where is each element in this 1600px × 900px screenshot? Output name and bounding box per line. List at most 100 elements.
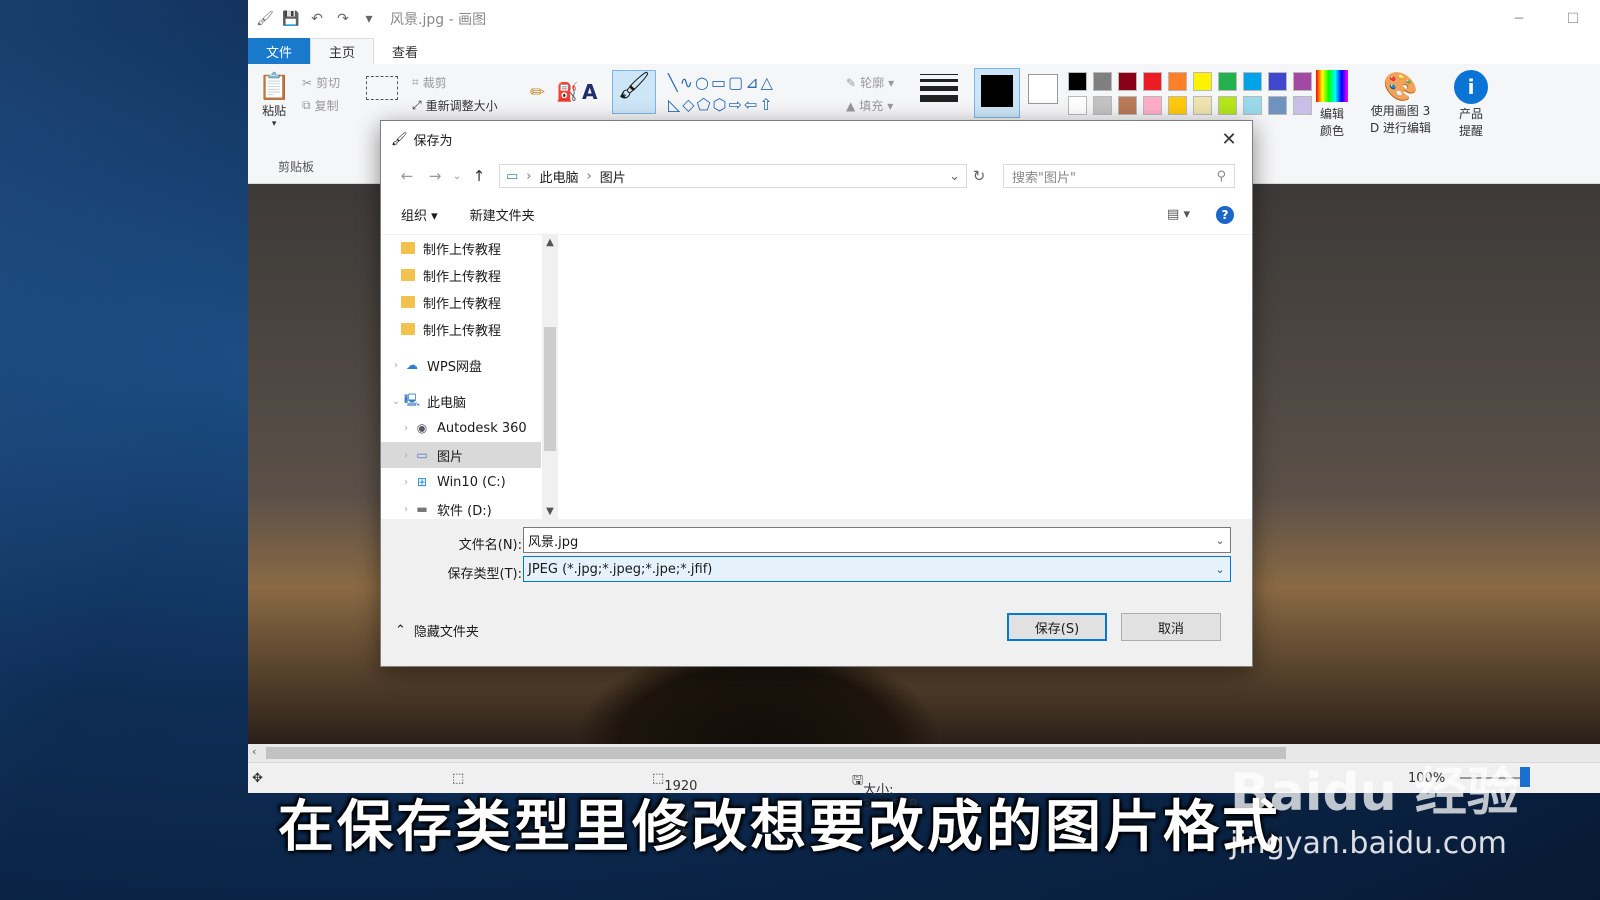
chevron-down-icon[interactable]: ⌄	[1210, 534, 1230, 547]
scroll-up-icon[interactable]: ▲	[542, 237, 558, 248]
drive-icon: ▬	[416, 502, 428, 516]
palette-swatch[interactable]	[1143, 72, 1162, 91]
palette-swatch[interactable]	[1193, 96, 1212, 115]
outline-button[interactable]: ✎ 轮廓 ▾	[846, 74, 894, 91]
brush-button[interactable]: 🖌	[612, 70, 656, 114]
paste-button[interactable]: 📋 粘贴 ▾	[258, 72, 290, 129]
redo-icon[interactable]: ↷	[334, 10, 352, 28]
save-button[interactable]: 保存(S)	[1007, 613, 1107, 641]
edit-colors-button[interactable]: 编辑 颜色	[1316, 70, 1348, 140]
chevron-right-icon[interactable]: ›	[399, 504, 413, 515]
color1-button[interactable]	[974, 68, 1020, 118]
resize-button[interactable]: ⤢ 重新调整大小	[412, 97, 498, 114]
palette-swatch[interactable]	[1293, 72, 1312, 91]
palette-swatch[interactable]	[1118, 96, 1137, 115]
breadcrumb-this-pc[interactable]: 此电脑	[540, 167, 579, 186]
nav-item-folder-4[interactable]: 制作上传教程	[381, 316, 541, 342]
minimize-button[interactable]: ─	[1492, 0, 1546, 38]
chevron-down-icon[interactable]: ⌄	[949, 169, 960, 184]
undo-icon[interactable]: ↶	[308, 10, 326, 28]
palette-swatch[interactable]	[1193, 72, 1212, 91]
new-folder-button[interactable]: 新建文件夹	[470, 205, 535, 224]
nav-item-folder-3[interactable]: 制作上传教程	[381, 289, 541, 315]
address-bar[interactable]: ▭ › 此电脑 › 图片 ⌄	[499, 164, 967, 188]
cut-button[interactable]: ✂ 剪切	[302, 74, 340, 91]
nav-item-this-pc[interactable]: ⌄ 🖳 此电脑	[381, 388, 541, 414]
crop-label: 裁剪	[422, 76, 447, 90]
select-tool-icon[interactable]	[366, 76, 398, 100]
palette-swatch[interactable]	[1218, 96, 1237, 115]
palette-swatch[interactable]	[1168, 72, 1187, 91]
copy-button[interactable]: ⧉ 复制	[302, 97, 339, 114]
search-input[interactable]: 搜索"图片" ⚲	[1003, 164, 1235, 188]
shapes-gallery[interactable]: ╲∿○▭▢⊿△ ◺◇⬠⬡⇨⇦⇧	[668, 72, 828, 116]
chevron-right-icon[interactable]: ›	[389, 360, 403, 371]
paint3d-button[interactable]: 🎨 使用画图 3 D 进行编辑	[1370, 70, 1431, 137]
nav-pane-scrollbar[interactable]: ▲ ▼	[542, 235, 558, 519]
scrollbar-thumb[interactable]	[266, 747, 1286, 759]
color2-button[interactable]	[1028, 74, 1058, 104]
scroll-left-icon[interactable]: ‹	[252, 745, 256, 758]
view-options-icon[interactable]: ▤ ▾	[1167, 207, 1190, 222]
recent-locations-icon[interactable]: ⌄	[449, 171, 465, 182]
palette-swatch[interactable]	[1143, 96, 1162, 115]
pencil-icon[interactable]: ✏	[530, 82, 545, 103]
help-icon[interactable]: ?	[1216, 205, 1234, 224]
palette-swatch[interactable]	[1243, 72, 1262, 91]
nav-item-autodesk[interactable]: › ◉ Autodesk 360	[381, 415, 541, 441]
palette-swatch[interactable]	[1093, 96, 1112, 115]
nav-item-pictures[interactable]: › ▭ 图片	[381, 442, 541, 468]
crop-button[interactable]: ⌗ 裁剪	[412, 74, 447, 91]
nav-item-wps-cloud[interactable]: › ☁ WPS网盘	[381, 352, 541, 378]
palette-swatch[interactable]	[1243, 96, 1262, 115]
palette-swatch[interactable]	[1118, 72, 1137, 91]
close-icon[interactable]: ✕	[1214, 125, 1244, 153]
nav-item-folder-1[interactable]: 制作上传教程	[381, 235, 541, 261]
nav-item-folder-2[interactable]: 制作上传教程	[381, 262, 541, 288]
zoom-slider-thumb[interactable]	[1520, 767, 1530, 787]
palette-swatch[interactable]	[1268, 96, 1287, 115]
product-alert-button[interactable]: i 产品 提醒	[1454, 70, 1488, 140]
palette-swatch[interactable]	[1293, 96, 1312, 115]
filetype-select[interactable]: JPEG (*.jpg;*.jpeg;*.jpe;*.jfif) ⌄	[523, 556, 1231, 582]
save-icon[interactable]: 💾	[282, 10, 300, 28]
cancel-button[interactable]: 取消	[1121, 613, 1221, 641]
windows-drive-icon: ⊞	[416, 475, 428, 489]
filename-field[interactable]: 风景.jpg ⌄	[523, 527, 1231, 553]
chevron-down-icon[interactable]: ⌄	[389, 396, 403, 407]
tab-home[interactable]: 主页	[310, 38, 375, 64]
text-tool-icon[interactable]: A	[582, 80, 597, 104]
fill-button[interactable]: ▲ 填充 ▾	[846, 97, 893, 114]
chevron-right-icon[interactable]: ›	[399, 477, 413, 488]
hide-folders-toggle[interactable]: ⌃ 隐藏文件夹	[395, 621, 479, 640]
chevron-right-icon[interactable]: ›	[399, 450, 413, 461]
breadcrumb-pictures[interactable]: 图片	[600, 167, 626, 186]
palette-swatch[interactable]	[1068, 96, 1087, 115]
save-options-panel: 文件名(N): 风景.jpg ⌄ 保存类型(T): JPEG (*.jpg;*.…	[381, 519, 1252, 666]
chevron-down-icon[interactable]: ⌄	[1210, 563, 1230, 576]
maximize-button[interactable]: ☐	[1546, 0, 1600, 38]
paint-app-icon: 🖌	[391, 131, 408, 147]
customize-toolbar-icon[interactable]: ▾	[360, 10, 378, 28]
chevron-right-icon[interactable]: ›	[399, 423, 413, 434]
organize-button[interactable]: 组织 ▾	[401, 205, 438, 224]
palette-swatch[interactable]	[1093, 72, 1112, 91]
up-arrow-icon[interactable]: ↑	[465, 167, 493, 185]
scroll-down-icon[interactable]: ▼	[542, 506, 558, 517]
nav-item-drive-c[interactable]: › ⊞ Win10 (C:)	[381, 469, 541, 495]
forward-arrow-icon[interactable]: →	[421, 167, 449, 185]
nav-item-label: 制作上传教程	[423, 242, 502, 258]
tab-view[interactable]: 查看	[374, 38, 436, 64]
fill-bucket-icon[interactable]: ⛽	[556, 82, 578, 103]
palette-swatch[interactable]	[1218, 72, 1237, 91]
palette-swatch[interactable]	[1068, 72, 1087, 91]
back-arrow-icon[interactable]: ←	[393, 167, 421, 185]
palette-swatch[interactable]	[1168, 96, 1187, 115]
refresh-icon[interactable]: ↻	[967, 167, 991, 185]
tab-file[interactable]: 文件	[248, 38, 311, 64]
scrollbar-thumb[interactable]	[544, 327, 556, 451]
paste-dropdown-icon[interactable]: ▾	[272, 119, 277, 129]
file-list-pane[interactable]	[559, 235, 1252, 519]
line-size-icon[interactable]	[920, 74, 958, 102]
palette-swatch[interactable]	[1268, 72, 1287, 91]
